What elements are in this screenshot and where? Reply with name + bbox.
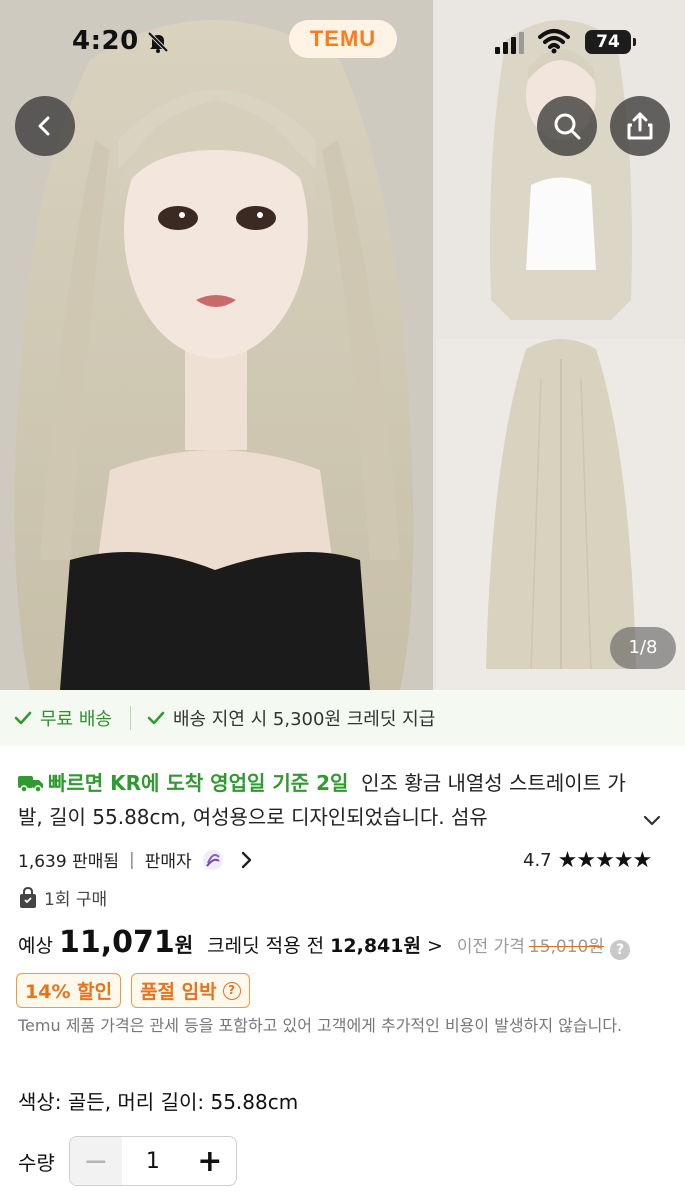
chevron-down-icon[interactable]	[640, 808, 664, 832]
purchase-history: 1회 구매	[18, 885, 107, 910]
sold-count: 1,639 판매됨	[18, 852, 119, 872]
brand-logo: TEMU	[289, 20, 397, 58]
decrease-button[interactable]: −	[69, 1137, 122, 1185]
selected-option[interactable]: 색상: 골든, 머리 길이: 55.88cm	[18, 1086, 298, 1115]
wifi-icon	[538, 29, 570, 54]
seller-logo-icon	[202, 849, 223, 870]
free-shipping-item: 무료 배송	[14, 705, 112, 731]
price-row[interactable]: 예상 11,071 원 크레딧 적용 전 12,841원 > 이전 가격 15,0…	[18, 925, 630, 960]
soldout-badge-label: 품절 임박	[140, 981, 217, 1003]
checkmark-icon	[147, 711, 165, 725]
price-notice: Temu 제품 가격은 관세 등을 포함하고 있어 고객에게 추가적인 비용이 …	[18, 1016, 623, 1035]
price-detail-chevron[interactable]: >	[427, 935, 443, 957]
quantity-label: 수량	[18, 1150, 55, 1175]
search-button[interactable]	[537, 96, 597, 156]
increase-button[interactable]: +	[184, 1137, 236, 1185]
divider	[129, 706, 131, 730]
share-button[interactable]	[610, 96, 670, 156]
gallery-page-indicator: 1/8	[610, 627, 676, 669]
truck-icon	[18, 776, 43, 793]
back-button[interactable]	[15, 96, 75, 156]
badges: 14% 할인 품절 임박 ?	[16, 973, 250, 1008]
product-gallery[interactable]: 4:20 TEMU 74 1/8	[0, 0, 685, 690]
delay-credit-item: 배송 지연 시 5,300원 크레딧 지급	[147, 705, 435, 731]
quantity-stepper[interactable]: − 1 +	[68, 1136, 237, 1186]
free-shipping-label: 무료 배송	[40, 709, 112, 730]
seller-label: 판매자	[144, 852, 192, 872]
discount-badge-label: 14% 할인	[25, 981, 113, 1003]
rating-stars: ★★★★★	[557, 848, 653, 873]
chevron-left-icon	[38, 116, 50, 136]
delay-credit-label: 배송 지연 시 5,300원 크레딧 지급	[172, 709, 436, 730]
question-icon: ?	[222, 981, 241, 1000]
previous-price: 15,010원	[528, 937, 604, 957]
rating[interactable]: 4.7 ★★★★★	[523, 848, 653, 873]
bell-muted-icon	[147, 31, 169, 53]
rating-value: 4.7	[523, 850, 552, 871]
search-icon	[554, 113, 581, 140]
battery-indicator: 74	[585, 30, 636, 54]
chevron-right-icon	[241, 851, 251, 868]
product-title[interactable]: 빠르면 KR에 도착 영업일 기준 2일 인조 황금 내열성 스트레이트 가발,…	[18, 766, 638, 834]
price-amount: 11,071	[58, 925, 175, 960]
sales-seller-row[interactable]: 1,639 판매됨 | 판매자	[18, 847, 254, 872]
cellular-signal-icon	[495, 32, 524, 54]
discount-badge: 14% 할인	[16, 973, 122, 1008]
quantity-value[interactable]: 1	[122, 1149, 184, 1174]
previous-price-label: 이전 가격	[456, 937, 525, 957]
share-icon	[627, 112, 653, 140]
shopping-bag-icon	[20, 886, 36, 908]
almost-sold-out-badge[interactable]: 품절 임박 ?	[131, 973, 250, 1008]
credit-price-label: 크레딧 적용 전 12,841원	[207, 931, 421, 958]
price-prefix: 예상	[18, 935, 53, 957]
delivery-promo: 빠르면 KR에 도착 영업일 기준 2일	[48, 771, 349, 795]
divider: |	[129, 849, 135, 870]
help-icon[interactable]: ?	[610, 940, 630, 960]
status-time: 4:20	[72, 26, 139, 56]
shipping-benefits-bar[interactable]: 무료 배송 배송 지연 시 5,300원 크레딧 지급	[0, 690, 685, 746]
bought-count: 1회 구매	[44, 890, 108, 910]
price-unit: 원	[174, 933, 194, 957]
credit-label: 크레딧 적용 전	[207, 935, 325, 957]
credit-price: 12,841원	[330, 935, 421, 957]
quantity-row: 수량 − 1 +	[18, 1136, 237, 1186]
checkmark-icon	[14, 711, 32, 725]
